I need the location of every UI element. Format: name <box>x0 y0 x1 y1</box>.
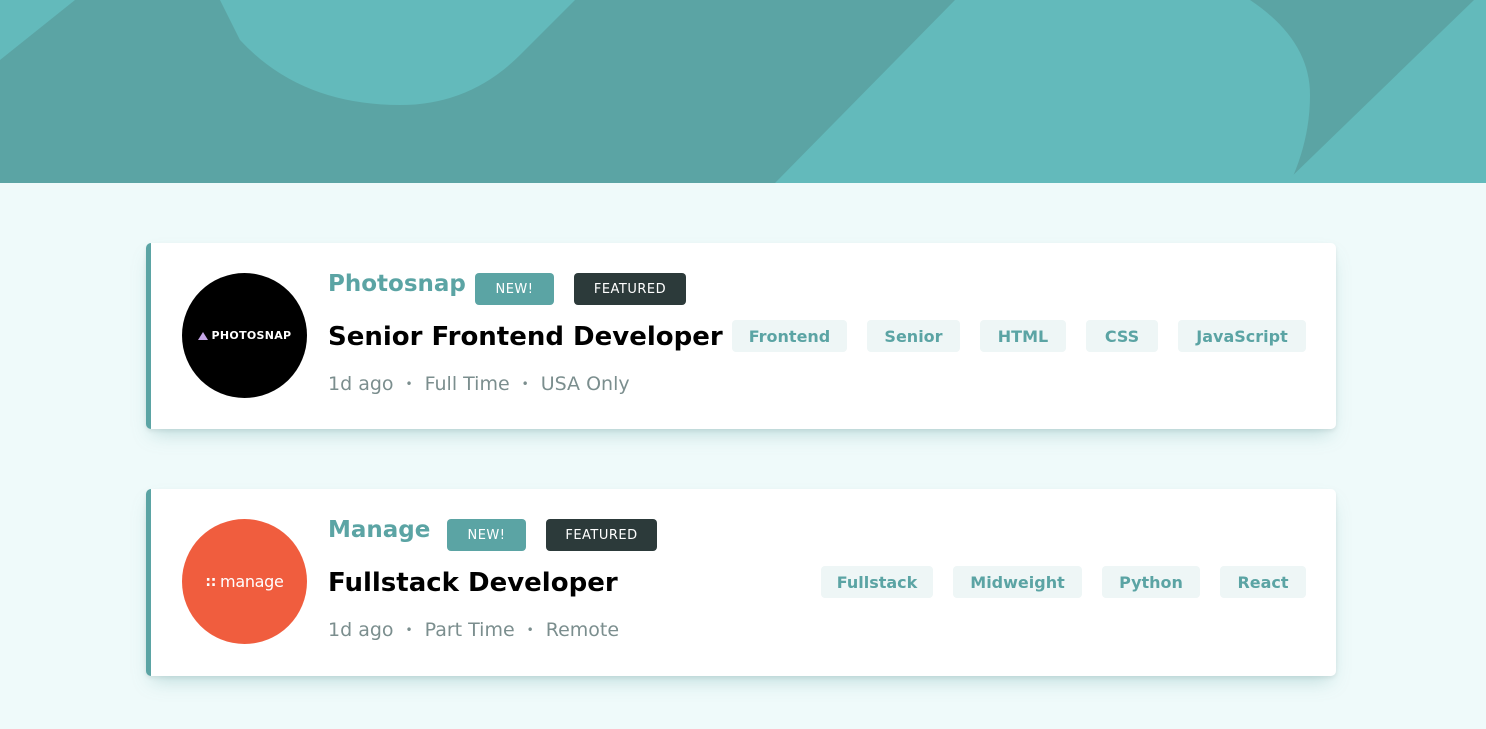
posted-time: 1d ago <box>328 373 394 395</box>
logo-text: manage <box>220 572 284 591</box>
company-logo: :: manage <box>182 519 307 644</box>
tag-react[interactable]: React <box>1220 566 1306 598</box>
contract-type: Part Time <box>424 619 515 641</box>
tag-css[interactable]: CSS <box>1086 320 1158 352</box>
header-banner <box>0 0 1486 183</box>
featured-badge: FEATURED <box>574 273 686 305</box>
job-location: Remote <box>545 619 620 641</box>
job-card-photosnap[interactable]: PHOTOSNAP Photosnap NEW! FEATURED Senior… <box>146 243 1336 429</box>
job-meta: 1d ago • Part Time • Remote <box>328 619 619 641</box>
tag-frontend[interactable]: Frontend <box>732 320 847 352</box>
tag-fullstack[interactable]: Fullstack <box>821 566 933 598</box>
header-pattern <box>0 0 1486 183</box>
tag-midweight[interactable]: Midweight <box>953 566 1082 598</box>
contract-type: Full Time <box>424 373 510 395</box>
tag-python[interactable]: Python <box>1102 566 1200 598</box>
separator-dot: • <box>521 377 529 391</box>
job-location: USA Only <box>540 373 630 395</box>
separator-dot: • <box>526 623 534 637</box>
new-badge: NEW! <box>447 519 526 551</box>
job-card-manage[interactable]: :: manage Manage NEW! FEATURED Fullstack… <box>146 489 1336 676</box>
tag-javascript[interactable]: JavaScript <box>1178 320 1306 352</box>
logo-text: PHOTOSNAP <box>211 329 292 342</box>
triangle-icon <box>197 331 208 340</box>
posted-time: 1d ago <box>328 619 394 641</box>
job-meta: 1d ago • Full Time • USA Only <box>328 373 630 395</box>
featured-badge: FEATURED <box>546 519 657 551</box>
separator-dot: • <box>405 623 413 637</box>
company-name: Manage <box>328 517 431 543</box>
tag-html[interactable]: HTML <box>980 320 1066 352</box>
dots-icon: :: <box>205 573 217 590</box>
separator-dot: • <box>405 377 413 391</box>
job-title[interactable]: Fullstack Developer <box>328 568 618 598</box>
job-title[interactable]: Senior Frontend Developer <box>328 322 723 352</box>
tag-senior[interactable]: Senior <box>867 320 960 352</box>
company-name: Photosnap <box>328 271 466 297</box>
company-logo: PHOTOSNAP <box>182 273 307 398</box>
new-badge: NEW! <box>475 273 554 305</box>
